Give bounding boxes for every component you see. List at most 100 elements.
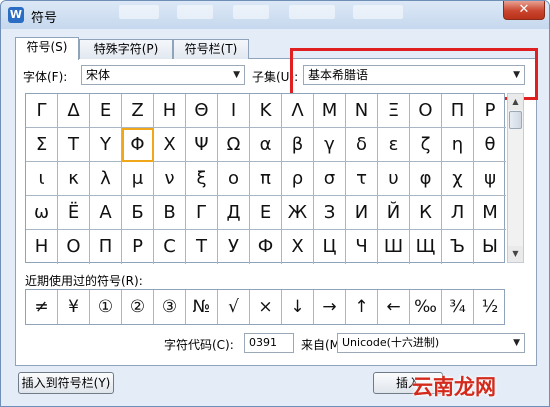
symbol-cell[interactable]: Ω (218, 128, 250, 162)
symbol-cell[interactable]: Ж (282, 196, 314, 230)
symbol-cell[interactable]: ρ (282, 162, 314, 196)
recent-symbol-cell[interactable]: ≠ (26, 290, 58, 324)
symbol-cell[interactable]: Ξ (378, 94, 410, 128)
symbol-cell[interactable]: γ (314, 128, 346, 162)
symbol-cell[interactable]: Τ (58, 128, 90, 162)
symbol-cell[interactable]: Μ (314, 94, 346, 128)
recent-symbol-cell[interactable]: → (314, 290, 346, 324)
symbol-cell[interactable]: ν (154, 162, 186, 196)
symbol-cell[interactable]: К (410, 196, 442, 230)
tab-special-characters[interactable]: 特殊字符(P) (79, 39, 173, 59)
symbol-cell[interactable]: τ (346, 162, 378, 196)
symbol-cell[interactable]: ξ (186, 162, 218, 196)
symbol-cell[interactable]: α (250, 128, 282, 162)
symbol-cell[interactable]: Φ (122, 128, 154, 162)
symbol-cell[interactable]: Щ (410, 230, 442, 264)
font-select[interactable]: 宋体 ▼ (81, 65, 245, 85)
symbol-cell[interactable]: Σ (26, 128, 58, 162)
symbol-cell[interactable]: π (250, 162, 282, 196)
symbol-cell[interactable]: φ (410, 162, 442, 196)
symbol-cell[interactable]: Χ (154, 128, 186, 162)
symbol-cell[interactable]: Υ (90, 128, 122, 162)
symbol-cell[interactable]: δ (346, 128, 378, 162)
symbol-cell[interactable]: Ф (250, 230, 282, 264)
symbol-cell[interactable]: ο (218, 162, 250, 196)
symbol-cell[interactable]: Η (154, 94, 186, 128)
chevron-down-icon[interactable]: ▼ (513, 334, 520, 352)
close-button[interactable]: ✕ (503, 1, 545, 20)
recent-symbol-cell[interactable]: ← (378, 290, 410, 324)
tab-symbols[interactable]: 符号(S) (15, 37, 79, 60)
insert-to-symbol-bar-button[interactable]: 插入到符号栏(Y) (18, 372, 114, 394)
symbol-cell[interactable]: θ (474, 128, 506, 162)
scrollbar-thumb[interactable] (509, 111, 522, 129)
symbol-cell[interactable]: Т (186, 230, 218, 264)
symbol-cell[interactable]: Ν (346, 94, 378, 128)
tab-symbol-bar[interactable]: 符号栏(T) (173, 39, 249, 59)
symbol-cell[interactable]: Ζ (122, 94, 154, 128)
recent-symbol-cell[interactable]: ‰ (410, 290, 442, 324)
symbol-cell[interactable]: Й (378, 196, 410, 230)
symbol-cell[interactable]: Ц (314, 230, 346, 264)
chevron-down-icon[interactable]: ▼ (233, 66, 240, 84)
recent-symbol-cell[interactable]: ② (122, 290, 154, 324)
symbol-cell[interactable]: Λ (282, 94, 314, 128)
symbol-cell[interactable]: Ш (378, 230, 410, 264)
symbol-cell[interactable]: Θ (186, 94, 218, 128)
symbol-cell[interactable]: Б (122, 196, 154, 230)
symbol-cell[interactable]: Ё (58, 196, 90, 230)
symbol-cell[interactable]: σ (314, 162, 346, 196)
encoding-select[interactable]: Unicode(十六进制) ▼ (337, 333, 525, 353)
symbol-cell[interactable]: А (90, 196, 122, 230)
recent-symbol-cell[interactable]: ↑ (346, 290, 378, 324)
recent-symbol-cell[interactable]: ½ (474, 290, 506, 324)
symbol-cell[interactable]: Р (122, 230, 154, 264)
recent-symbol-cell[interactable]: № (186, 290, 218, 324)
symbol-cell[interactable]: Ъ (442, 230, 474, 264)
symbol-cell[interactable]: Δ (58, 94, 90, 128)
recent-symbol-cell[interactable]: √ (218, 290, 250, 324)
symbol-cell[interactable]: Ρ (474, 94, 506, 128)
symbol-cell[interactable]: И (346, 196, 378, 230)
scroll-down-arrow-icon[interactable]: ▼ (508, 246, 523, 262)
symbol-cell[interactable]: М (474, 196, 506, 230)
symbol-cell[interactable]: З (314, 196, 346, 230)
symbol-cell[interactable]: Ч (346, 230, 378, 264)
scroll-up-arrow-icon[interactable]: ▲ (508, 94, 523, 110)
symbol-cell[interactable]: ι (26, 162, 58, 196)
recent-symbol-cell[interactable]: ¥ (58, 290, 90, 324)
recent-symbol-cell[interactable]: × (250, 290, 282, 324)
char-code-input[interactable]: 0391 (244, 333, 294, 353)
title-bar[interactable]: W 符号 ✕ (1, 1, 549, 29)
symbol-cell[interactable]: Ψ (186, 128, 218, 162)
symbol-cell[interactable]: Е (250, 196, 282, 230)
symbol-cell[interactable]: Κ (250, 94, 282, 128)
symbol-cell[interactable]: О (58, 230, 90, 264)
symbol-cell[interactable]: Г (186, 196, 218, 230)
symbol-cell[interactable]: ψ (474, 162, 506, 196)
symbol-cell[interactable]: λ (90, 162, 122, 196)
symbol-cell[interactable]: ε (378, 128, 410, 162)
symbol-cell[interactable]: У (218, 230, 250, 264)
symbol-cell[interactable]: Π (442, 94, 474, 128)
symbol-cell[interactable]: μ (122, 162, 154, 196)
symbol-cell[interactable]: υ (378, 162, 410, 196)
symbol-cell[interactable]: χ (442, 162, 474, 196)
recent-symbol-cell[interactable]: ① (90, 290, 122, 324)
symbol-cell[interactable]: η (442, 128, 474, 162)
symbol-cell[interactable]: Ы (474, 230, 506, 264)
symbol-cell[interactable]: κ (58, 162, 90, 196)
symbol-cell[interactable]: ω (26, 196, 58, 230)
symbol-cell[interactable]: Ε (90, 94, 122, 128)
symbol-cell[interactable]: П (90, 230, 122, 264)
symbol-cell[interactable]: Ο (410, 94, 442, 128)
symbol-cell[interactable]: В (154, 196, 186, 230)
symbol-cell[interactable]: Ι (218, 94, 250, 128)
recent-symbol-cell[interactable]: ↓ (282, 290, 314, 324)
recent-symbol-cell[interactable]: ¾ (442, 290, 474, 324)
symbol-cell[interactable]: Х (282, 230, 314, 264)
symbol-cell[interactable]: Л (442, 196, 474, 230)
symbol-cell[interactable]: Γ (26, 94, 58, 128)
recent-symbol-cell[interactable]: ③ (154, 290, 186, 324)
symbol-cell[interactable]: β (282, 128, 314, 162)
